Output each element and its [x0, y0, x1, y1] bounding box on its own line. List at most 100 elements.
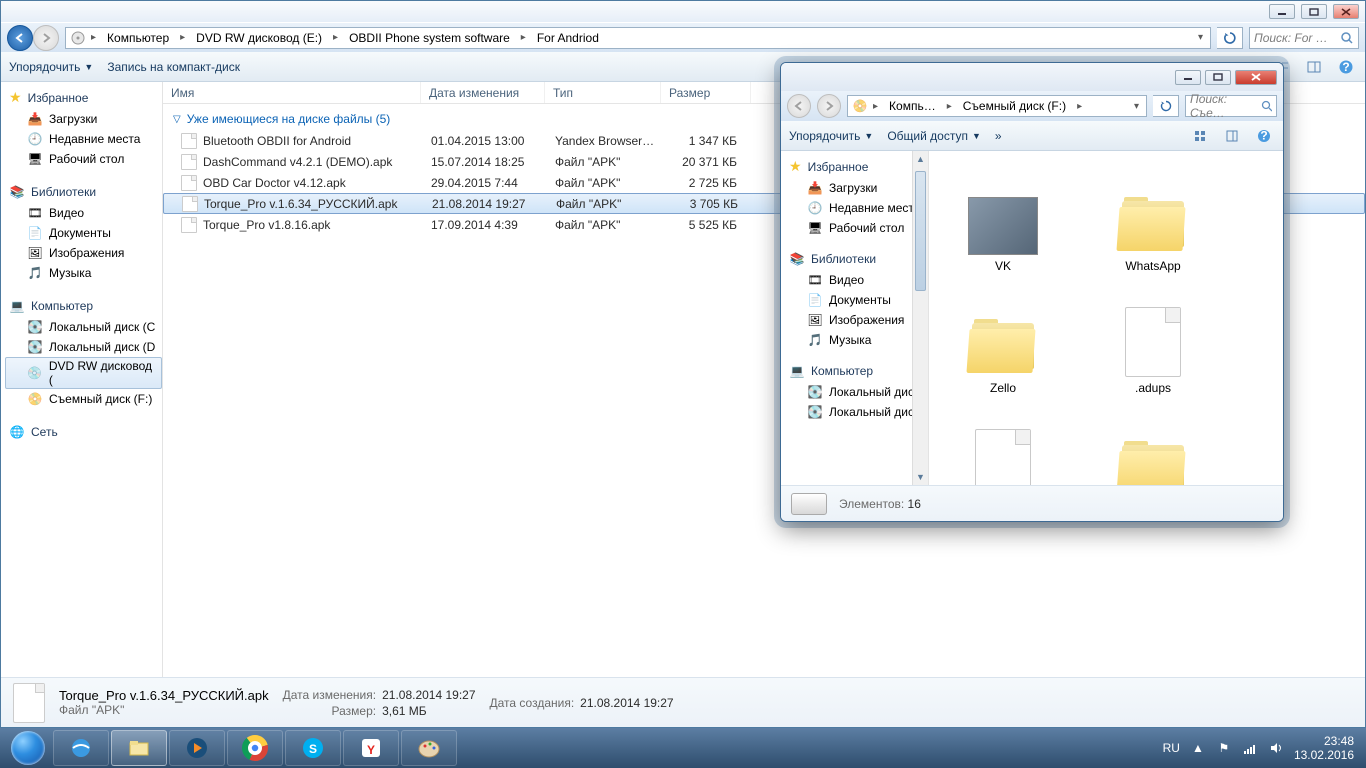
- breadcrumb-segment[interactable]: For Andriod: [531, 28, 605, 48]
- maximize-button[interactable]: [1205, 70, 1231, 85]
- nav-recent[interactable]: 🕘Недавние места: [785, 198, 928, 218]
- chevron-right-icon[interactable]: ▸: [870, 101, 881, 112]
- help-button[interactable]: ?: [1253, 125, 1275, 147]
- preview-pane-button[interactable]: [1221, 125, 1243, 147]
- forward-button[interactable]: [817, 94, 841, 118]
- organize-button[interactable]: Упорядочить▼: [789, 129, 873, 143]
- task-media-player[interactable]: [169, 730, 225, 766]
- flag-icon[interactable]: ⚑: [1216, 740, 1232, 756]
- address-bar[interactable]: ▸ Компьютер ▸ DVD RW дисковод (E:) ▸ OBD…: [65, 27, 1211, 49]
- refresh-button[interactable]: [1153, 95, 1179, 117]
- minimize-button[interactable]: [1175, 70, 1201, 85]
- back-button[interactable]: [7, 25, 33, 51]
- sub-titlebar[interactable]: [781, 63, 1283, 91]
- help-button[interactable]: ?: [1335, 56, 1357, 78]
- burn-to-disc-button[interactable]: Запись на компакт-диск: [107, 60, 240, 74]
- sub-icon-view[interactable]: VKWhatsAppZello.adups.megogoОБД 2: [929, 151, 1283, 485]
- chevron-right-icon[interactable]: ▸: [1074, 101, 1085, 112]
- col-type[interactable]: Тип: [545, 82, 661, 103]
- libraries-group[interactable]: 📚Библиотеки: [5, 181, 162, 203]
- organize-button[interactable]: Упорядочить▼: [9, 60, 93, 74]
- task-paint[interactable]: [401, 730, 457, 766]
- scroll-up-button[interactable]: ▲: [913, 151, 928, 167]
- network-group[interactable]: 🌐Сеть: [5, 421, 162, 443]
- close-button[interactable]: [1235, 70, 1277, 85]
- task-skype[interactable]: S: [285, 730, 341, 766]
- chevron-right-icon[interactable]: ▸: [88, 32, 99, 43]
- nav-dvd-rw[interactable]: 💿DVD RW дисковод (: [5, 357, 162, 389]
- nav-local-d[interactable]: 💽Локальный диск (D: [5, 337, 162, 357]
- close-button[interactable]: [1333, 4, 1359, 19]
- nav-desktop[interactable]: 🖥Рабочий стол: [5, 149, 162, 169]
- volume-icon[interactable]: [1268, 740, 1284, 756]
- scroll-down-button[interactable]: ▼: [913, 469, 928, 485]
- breadcrumb-segment[interactable]: Компь…: [883, 96, 942, 116]
- col-date[interactable]: Дата изменения: [421, 82, 545, 103]
- address-dropdown-icon[interactable]: ▾: [1131, 101, 1142, 112]
- nav-documents[interactable]: 📄Документы: [785, 290, 928, 310]
- nav-downloads[interactable]: 📥Загрузки: [785, 178, 928, 198]
- nav-downloads[interactable]: 📥Загрузки: [5, 109, 162, 129]
- libraries-group[interactable]: 📚Библиотеки: [785, 248, 928, 270]
- minimize-button[interactable]: [1269, 4, 1295, 19]
- breadcrumb-segment[interactable]: OBDII Phone system software: [343, 28, 516, 48]
- titlebar[interactable]: [1, 1, 1365, 22]
- breadcrumb-segment[interactable]: DVD RW дисковод (E:): [190, 28, 328, 48]
- nav-pictures[interactable]: 🖼Изображения: [785, 310, 928, 330]
- maximize-button[interactable]: [1301, 4, 1327, 19]
- start-button[interactable]: [4, 730, 52, 766]
- nav-videos[interactable]: 🎞Видео: [785, 270, 928, 290]
- nav-local-disk[interactable]: 💽Локальный дис: [785, 402, 928, 422]
- breadcrumb-segment[interactable]: Съемный диск (F:): [957, 96, 1072, 116]
- favorites-group[interactable]: ★Избранное: [785, 155, 928, 178]
- more-commands[interactable]: »: [995, 129, 1002, 143]
- nav-pictures[interactable]: 🖼Изображения: [5, 243, 162, 263]
- icon-item[interactable]: .adups: [1083, 281, 1223, 399]
- nav-music[interactable]: 🎵Музыка: [5, 263, 162, 283]
- nav-videos[interactable]: 🎞Видео: [5, 203, 162, 223]
- col-name[interactable]: Имя: [163, 82, 421, 103]
- task-explorer[interactable]: [111, 730, 167, 766]
- breadcrumb-segment[interactable]: Компьютер: [101, 28, 175, 48]
- scroll-thumb[interactable]: [915, 171, 926, 291]
- secondary-explorer-window[interactable]: 📀 ▸ Компь… ▸ Съемный диск (F:) ▸ ▾ Поиск…: [780, 62, 1284, 522]
- forward-button[interactable]: [33, 25, 59, 51]
- view-options-button[interactable]: [1189, 125, 1211, 147]
- address-dropdown-icon[interactable]: ▾: [1195, 32, 1206, 43]
- icon-item[interactable]: .megogo: [933, 403, 1073, 485]
- task-chrome[interactable]: [227, 730, 283, 766]
- chevron-right-icon[interactable]: ▸: [330, 32, 341, 43]
- taskbar[interactable]: S Y RU ▲ ⚑ 23:48 13.02.2016: [0, 728, 1366, 768]
- col-size[interactable]: Размер: [661, 82, 751, 103]
- nav-desktop[interactable]: 🖥Рабочий стол: [785, 218, 928, 238]
- chevron-right-icon[interactable]: ▸: [518, 32, 529, 43]
- icon-item[interactable]: Zello: [933, 281, 1073, 399]
- clock[interactable]: 23:48 13.02.2016: [1294, 734, 1354, 762]
- computer-group[interactable]: 💻Компьютер: [785, 360, 928, 382]
- icon-item[interactable]: WhatsApp: [1083, 159, 1223, 277]
- nav-local-disk[interactable]: 💽Локальный дис: [785, 382, 928, 402]
- nav-recent[interactable]: 🕘Недавние места: [5, 129, 162, 149]
- back-button[interactable]: [787, 94, 811, 118]
- icon-item[interactable]: VK: [933, 159, 1073, 277]
- nav-removable-f[interactable]: 📀Съемный диск (F:): [5, 389, 162, 409]
- sub-search-box[interactable]: Поиск: Съе…: [1185, 95, 1277, 117]
- navpane-scrollbar[interactable]: ▲ ▼: [912, 151, 928, 485]
- chevron-right-icon[interactable]: ▸: [177, 32, 188, 43]
- chevron-right-icon[interactable]: ▸: [944, 101, 955, 112]
- preview-pane-button[interactable]: [1303, 56, 1325, 78]
- nav-local-c[interactable]: 💽Локальный диск (C: [5, 317, 162, 337]
- tray-chevron-up-icon[interactable]: ▲: [1190, 740, 1206, 756]
- task-yandex[interactable]: Y: [343, 730, 399, 766]
- network-icon[interactable]: [1242, 740, 1258, 756]
- refresh-button[interactable]: [1217, 27, 1243, 49]
- nav-music[interactable]: 🎵Музыка: [785, 330, 928, 350]
- sub-address-bar[interactable]: 📀 ▸ Компь… ▸ Съемный диск (F:) ▸ ▾: [847, 95, 1147, 117]
- icon-item[interactable]: ОБД 2: [1083, 403, 1223, 485]
- computer-group[interactable]: 💻Компьютер: [5, 295, 162, 317]
- nav-documents[interactable]: 📄Документы: [5, 223, 162, 243]
- favorites-group[interactable]: ★Избранное: [5, 86, 162, 109]
- share-button[interactable]: Общий доступ▼: [887, 129, 981, 143]
- task-ie[interactable]: [53, 730, 109, 766]
- search-box[interactable]: Поиск: For …: [1249, 27, 1359, 49]
